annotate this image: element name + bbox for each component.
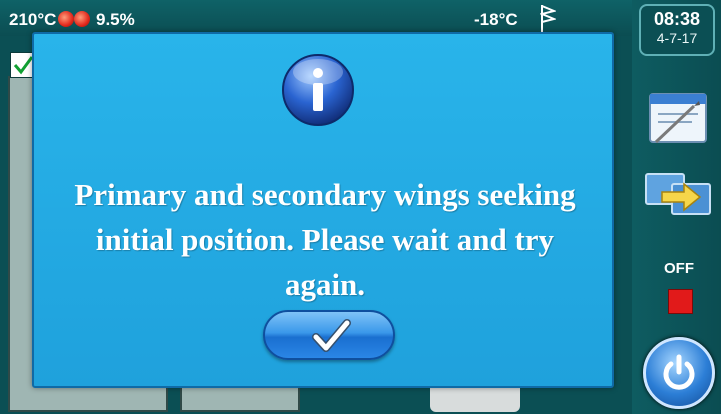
settings-button[interactable] <box>642 88 714 148</box>
confirm-button[interactable] <box>263 310 395 360</box>
power-icon <box>663 354 695 390</box>
switch-screen-button[interactable] <box>642 164 714 224</box>
info-icon <box>282 54 354 126</box>
settings-window-icon <box>649 93 707 144</box>
fuel-level: 9.5% <box>96 10 135 29</box>
power-state-indicator <box>668 289 693 314</box>
power-button[interactable] <box>643 337 715 409</box>
dialog-message: Primary and secondary wings seeking init… <box>74 177 576 302</box>
burner-status-icon <box>58 11 90 27</box>
power-state-label: OFF <box>664 260 694 277</box>
clock-date: 4-7-17 <box>656 30 698 46</box>
clock-display: 08:38 4-7-17 <box>639 4 715 56</box>
checkmark-icon <box>312 319 351 352</box>
info-dialog: Primary and secondary wings seeking init… <box>32 32 614 388</box>
wind-flag-icon <box>540 5 556 32</box>
clock-time: 08:38 <box>653 9 701 29</box>
outdoor-temperature: -18°C <box>474 10 518 29</box>
top-status-bar: 210°C 9.5% -18°C <box>0 0 632 36</box>
boiler-temperature: 210°C <box>9 10 57 29</box>
switch-windows-icon <box>645 173 711 215</box>
